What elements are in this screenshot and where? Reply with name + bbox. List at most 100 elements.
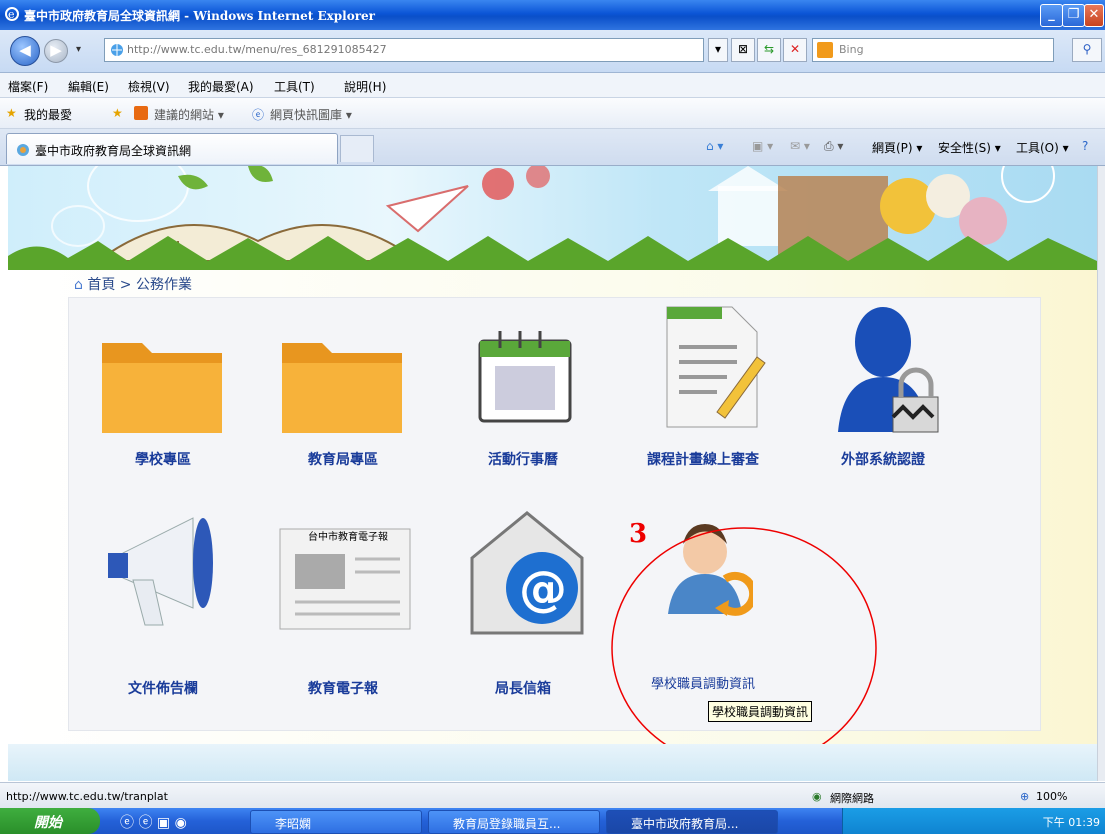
tab-row: 臺中市政府教育局全球資訊網 ⌂ ▾ ▣ ▾ ✉ ▾ ⎙ ▾ 網頁(P) ▾ 安全… [0, 129, 1105, 166]
services-panel: 學校專區 教育局專區 活動行事曆 課程計畫線上審查 外部系統認證 文件佈告欄 台… [68, 297, 1041, 731]
compat-view-icon[interactable]: ⊠ [731, 38, 755, 62]
tab-title: 臺中市政府教育局全球資訊網 [35, 144, 192, 158]
new-tab-button[interactable] [340, 135, 374, 162]
breadcrumb: ⌂ 首頁 > 公務作業 [74, 274, 192, 294]
tile-calendar-label[interactable]: 活動行事曆 [443, 449, 603, 469]
menu-edit[interactable]: 編輯(E) [68, 78, 109, 95]
minimize-button[interactable]: _ [1040, 4, 1063, 27]
maximize-button[interactable]: ❐ [1062, 4, 1085, 27]
address-dropdown-icon[interactable]: ▾ [708, 38, 728, 62]
document-edit-icon [666, 306, 766, 428]
address-toolbar: ◀ ▶ ▾ http://www.tc.edu.tw/menu/res_6812… [0, 30, 1105, 73]
page-menu[interactable]: 網頁(P) ▾ [872, 139, 922, 156]
tile-director-mailbox-label[interactable]: 局長信箱 [443, 678, 603, 698]
taskbar-item-folder[interactable]: 李昭嫻 [250, 810, 422, 834]
close-button[interactable]: ✕ [1084, 4, 1104, 27]
tile-enewsletter[interactable]: 台中市教育電子報 教育電子報 [263, 508, 423, 708]
tile-school[interactable]: 學校專區 [83, 298, 243, 478]
menu-view[interactable]: 檢視(V) [128, 78, 170, 95]
taskbar: 開始 ⓔ ⓔ ▣ ◉ 李昭嫻 教育局登錄職員互... 臺中市政府教育局... 下… [0, 808, 1105, 834]
svg-text:e: e [8, 8, 15, 21]
tile-education-bureau-label[interactable]: 教育局專區 [263, 449, 423, 469]
status-bar: http://www.tc.edu.tw/tranplat ◉ 網際網路 ⊕ 1… [0, 782, 1105, 809]
window-title: 臺中市政府教育局全球資訊網 - Windows Internet Explore… [24, 9, 375, 23]
web-slice-icon: ⓔ [252, 108, 265, 122]
zoom-icon: ⊕ [1020, 790, 1030, 803]
home-icon[interactable]: ⌂ [74, 277, 87, 293]
menu-help[interactable]: 說明(H) [344, 78, 386, 95]
tile-external-auth-label[interactable]: 外部系統認證 [803, 449, 963, 469]
bing-icon [817, 42, 833, 58]
tile-curriculum-review[interactable]: 課程計畫線上審查 [623, 298, 783, 478]
safety-menu[interactable]: 安全性(S) ▾ [938, 139, 1001, 156]
favorites-star-icon: ★ [6, 106, 17, 120]
favorites-button[interactable]: 我的最愛 [24, 106, 72, 123]
help-icon[interactable]: ? [1082, 139, 1088, 153]
web-slice-gallery-link[interactable]: 網頁快訊圖庫 ▾ [270, 106, 352, 123]
mail-icon[interactable]: ✉ ▾ [790, 139, 810, 153]
folder-icon [282, 343, 402, 433]
feeds-icon[interactable]: ▣ ▾ [752, 139, 773, 153]
ie-icon: e [5, 7, 19, 21]
home-icon[interactable]: ⌂ ▾ [706, 139, 723, 153]
favorites-bar: ★ 我的最愛 ★ 建議的網站 ▾ ⓔ 網頁快訊圖庫 ▾ [0, 98, 1105, 129]
suggested-sites-link[interactable]: 建議的網站 ▾ [154, 106, 224, 123]
status-url: http://www.tc.edu.tw/tranplat [6, 790, 168, 803]
address-url: http://www.tc.edu.tw/menu/res_6812910854… [127, 43, 387, 56]
tile-enewsletter-label[interactable]: 教育電子報 [263, 678, 423, 698]
mail-at-icon: @ [470, 511, 584, 635]
back-button[interactable]: ◀ [10, 36, 40, 66]
clock: 下午 01:39 [1042, 816, 1100, 829]
address-bar[interactable]: http://www.tc.edu.tw/menu/res_6812910854… [104, 38, 704, 62]
tools-menu[interactable]: 工具(O) ▾ [1016, 139, 1069, 156]
svg-text:@: @ [519, 561, 567, 617]
tile-bulletin[interactable]: 文件佈告欄 [83, 508, 243, 708]
security-zone: 網際網路 [830, 792, 874, 805]
quick-launch-icons[interactable]: ⓔ ⓔ ▣ ◉ [120, 812, 187, 832]
history-dropdown-icon[interactable]: ▾ [76, 44, 81, 55]
stop-icon[interactable]: ✕ [783, 38, 807, 62]
search-icon[interactable]: ⚲ [1072, 38, 1102, 62]
tile-school-label[interactable]: 學校專區 [83, 449, 243, 469]
suggested-sites-icon [134, 106, 148, 120]
newspaper-title: 台中市教育電子報 [308, 532, 388, 543]
search-placeholder: Bing [839, 43, 864, 56]
add-favorite-icon[interactable]: ★ [112, 106, 123, 120]
page-icon [111, 44, 123, 56]
browser-tab[interactable]: 臺中市政府教育局全球資訊網 [6, 133, 338, 164]
menu-tools[interactable]: 工具(T) [274, 78, 315, 95]
user-lock-icon [838, 307, 939, 433]
highlight-circle [611, 527, 877, 769]
megaphone-icon [108, 517, 213, 626]
taskbar-item-document[interactable]: 教育局登錄職員互... [428, 810, 600, 834]
menu-favorites[interactable]: 我的最愛(A) [188, 78, 254, 95]
search-input[interactable]: Bing [812, 38, 1054, 62]
forward-button[interactable]: ▶ [44, 39, 68, 63]
menu-bar: 檔案(F) 編輯(E) 檢視(V) 我的最愛(A) 工具(T) 說明(H) [0, 73, 1105, 98]
tile-external-auth[interactable]: 外部系統認證 [803, 298, 963, 478]
tile-education-bureau[interactable]: 教育局專區 [263, 298, 423, 478]
tile-calendar[interactable]: 活動行事曆 [443, 298, 603, 478]
tab-favicon [17, 144, 29, 156]
tooltip: 學校職員調動資訊 [708, 701, 813, 722]
print-icon[interactable]: ⎙ ▾ [824, 139, 843, 154]
refresh-icon[interactable]: ⇆ [757, 38, 781, 62]
globe-icon: ◉ [812, 790, 822, 803]
menu-file[interactable]: 檔案(F) [8, 78, 48, 95]
zoom-level[interactable]: 100% [1036, 790, 1067, 803]
title-bar: e 臺中市政府教育局全球資訊網 - Windows Internet Explo… [0, 0, 1105, 30]
site-banner [8, 166, 1097, 270]
banner-illustration [8, 166, 1097, 270]
tile-bulletin-label[interactable]: 文件佈告欄 [83, 678, 243, 698]
tile-curriculum-review-label[interactable]: 課程計畫線上審查 [623, 449, 783, 469]
tile-director-mailbox[interactable]: @ 局長信箱 [443, 508, 603, 708]
start-label: 開始 [34, 815, 62, 831]
page-footer [8, 744, 1097, 781]
taskbar-item-browser[interactable]: 臺中市政府教育局... [606, 810, 778, 834]
start-button[interactable]: 開始 [0, 808, 100, 834]
calendar-icon [478, 331, 572, 423]
page-content: ⌂ 首頁 > 公務作業 學校專區 教育局專區 活動行事曆 課程計畫線上審查 外部… [8, 166, 1097, 781]
vertical-scrollbar[interactable] [1097, 166, 1105, 781]
breadcrumb-text: 首頁 > 公務作業 [87, 277, 192, 293]
step-number-marker: 3 [629, 519, 648, 549]
